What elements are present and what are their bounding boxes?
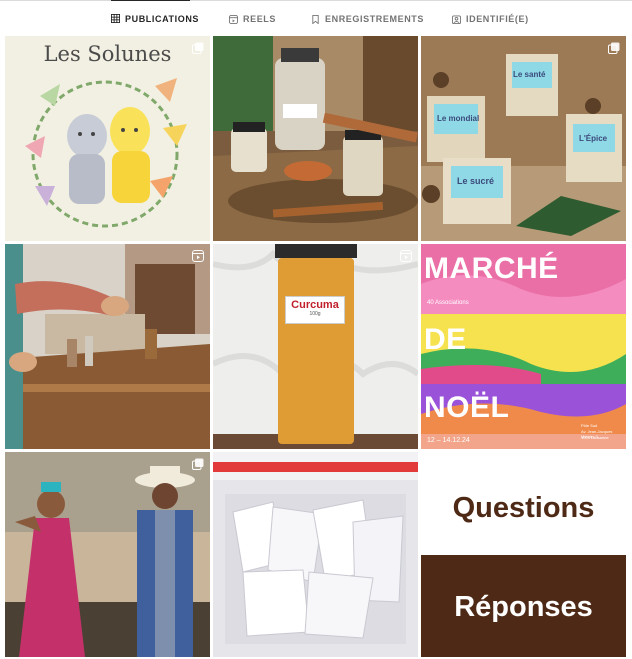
box-label: L'Épice — [579, 134, 608, 143]
carousel-icon — [192, 458, 204, 470]
post-ballot-box[interactable] — [213, 452, 418, 657]
poster-line: DE — [424, 323, 467, 356]
carousel-icon — [192, 42, 204, 54]
tab-identifie[interactable]: IDENTIFIÉ(E) — [452, 1, 529, 37]
post-dancers[interactable] — [5, 452, 210, 657]
jar-label-name: Curcuma — [291, 299, 339, 311]
post-marche-de-noel[interactable]: MARCHÉ 40 Associations DE NOËL 12 – 14.1… — [421, 244, 626, 449]
post-image — [5, 36, 210, 241]
poster-subtitle: 40 Associations — [427, 300, 469, 306]
post-image — [213, 36, 418, 241]
post-counter-reel[interactable] — [5, 244, 210, 449]
carousel-icon — [608, 42, 620, 54]
box-label: Le sucré — [457, 176, 495, 186]
tab-enregistrements[interactable]: ENREGISTREMENTS — [311, 1, 424, 37]
profile-tabs: PUBLICATIONS REELS ENREGISTREMENTS IDENT… — [0, 0, 632, 36]
tab-label: REELS — [243, 14, 277, 24]
post-title: Les Solunes — [43, 42, 172, 66]
posts-grid: Les Solunes Le santé Le mondial Le sucré… — [5, 36, 626, 659]
post-image — [5, 452, 210, 657]
poster-line: NOËL — [424, 391, 510, 424]
post-image — [213, 244, 418, 449]
poster-dates: 12 – 14.12.24 — [427, 437, 470, 444]
poster-venue: Pôle Sud — [581, 423, 598, 428]
post-questions-reponses[interactable]: Questions Réponses — [421, 452, 626, 657]
jar-label: Curcuma 100g — [285, 296, 345, 324]
tab-reels[interactable]: REELS — [229, 1, 276, 37]
post-image — [213, 452, 418, 657]
post-image — [421, 452, 626, 657]
box-label: Le santé — [513, 70, 546, 79]
tab-label: PUBLICATIONS — [125, 13, 200, 24]
post-spice-jars[interactable] — [213, 36, 418, 241]
bookmark-icon — [311, 14, 320, 24]
poster-venue: 1003 Lausanne — [581, 435, 609, 440]
post-answer-text: Réponses — [454, 591, 593, 623]
grid-icon — [111, 14, 120, 23]
post-les-solunes[interactable]: Les Solunes — [5, 36, 210, 241]
post-gift-boxes[interactable]: Le santé Le mondial Le sucré L'Épice — [421, 36, 626, 241]
jar-label-weight: 100g — [309, 311, 321, 317]
post-curcuma-reel[interactable]: Curcuma 100g — [213, 244, 418, 449]
reels-icon — [229, 14, 238, 24]
reels-badge-icon — [192, 250, 204, 262]
box-label: Le mondial — [437, 114, 480, 123]
tab-publications[interactable]: PUBLICATIONS — [111, 0, 198, 36]
post-image — [5, 244, 210, 449]
tab-label: IDENTIFIÉ(E) — [466, 14, 529, 24]
tab-label: ENREGISTREMENTS — [325, 14, 425, 24]
poster-line: MARCHÉ — [424, 252, 559, 285]
reels-badge-icon — [400, 250, 412, 262]
post-question-text: Questions — [452, 492, 595, 524]
tagged-icon — [452, 14, 461, 24]
